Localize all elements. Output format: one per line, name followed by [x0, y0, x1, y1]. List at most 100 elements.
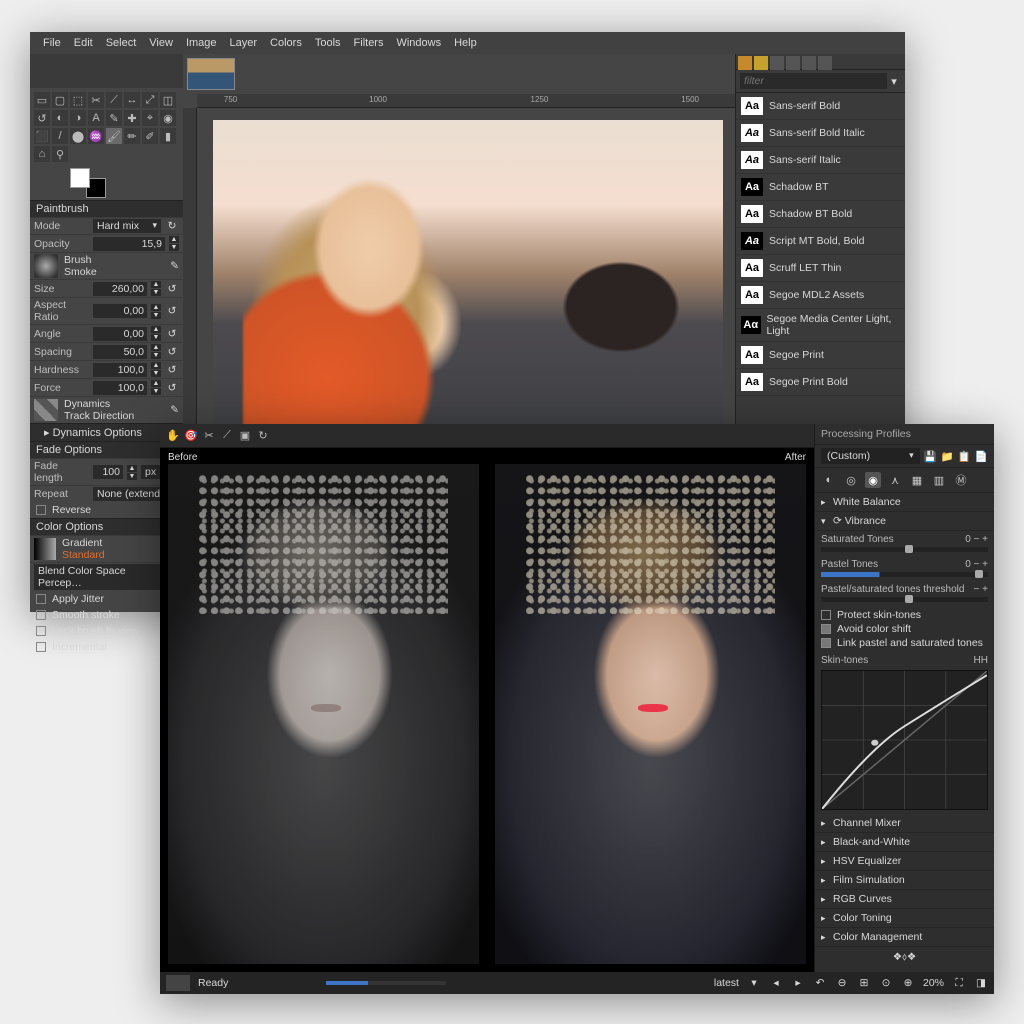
font-item[interactable]: AaSegoe MDL2 Assets — [736, 282, 905, 309]
foreground-swatch[interactable] — [70, 168, 90, 188]
reset-icon[interactable]: ↺ — [165, 364, 179, 376]
tab-icon[interactable] — [802, 56, 816, 70]
menu-windows[interactable]: Windows — [391, 37, 446, 49]
slider-track[interactable] — [821, 547, 988, 552]
blend-space-select[interactable]: Blend Color Space Percep… — [34, 564, 179, 590]
dropdown-icon[interactable]: ▾ — [747, 977, 761, 989]
tool-icon[interactable]: ▮ — [160, 128, 176, 144]
tool-icon[interactable]: ✎ — [106, 110, 122, 126]
image-tab[interactable] — [187, 58, 235, 90]
reset-icon[interactable]: ↺ — [165, 328, 179, 340]
font-item[interactable]: AαSegoe Media Center Light, Light — [736, 309, 905, 342]
font-item[interactable]: AaSans-serif Italic — [736, 147, 905, 174]
advanced-tab-icon[interactable]: ⋏ — [887, 472, 903, 488]
tool-icon[interactable]: ✐ — [142, 128, 158, 144]
reset-icon[interactable]: ↻ — [165, 220, 179, 232]
font-item[interactable]: AaScript MT Bold, Bold — [736, 228, 905, 255]
aspect-value[interactable]: 0,00 — [93, 304, 147, 318]
section-color-management[interactable]: Color Management — [815, 928, 994, 947]
zoom-100-icon[interactable]: ⊙ — [879, 977, 893, 989]
mode-select[interactable]: Hard mix — [93, 219, 161, 233]
gradient-preview[interactable] — [34, 538, 56, 560]
detail-tab-icon[interactable]: ◎ — [843, 472, 859, 488]
font-item[interactable]: AaSegoe Print Bold — [736, 369, 905, 396]
font-item[interactable]: AaSegoe Print — [736, 342, 905, 369]
font-item[interactable]: AaSans-serif Bold — [736, 93, 905, 120]
navigator-thumb[interactable] — [166, 975, 190, 991]
tool-icon[interactable]: ✂ — [88, 92, 104, 108]
profile-select[interactable]: (Custom) — [821, 448, 920, 464]
paste-icon[interactable]: 📄 — [975, 450, 988, 463]
reset-icon[interactable]: ↺ — [165, 283, 179, 295]
font-item[interactable]: AaScruff LET Thin — [736, 255, 905, 282]
tool-icon[interactable]: ▢ — [52, 92, 68, 108]
edit-brush-icon[interactable]: ✎ — [170, 260, 179, 272]
reset-icon[interactable]: ↺ — [165, 382, 179, 394]
smooth-checkbox[interactable] — [36, 610, 46, 620]
section-film-simulation[interactable]: Film Simulation — [815, 871, 994, 890]
straighten-icon[interactable]: ⟋ — [220, 429, 234, 443]
tool-icon[interactable]: ▭ — [34, 92, 50, 108]
save-icon[interactable]: 💾 — [924, 450, 937, 463]
slider-handle[interactable] — [905, 595, 913, 603]
menu-file[interactable]: File — [38, 37, 66, 49]
tool-icon[interactable]: ⌂ — [34, 146, 50, 162]
angle-value[interactable]: 0,00 — [93, 327, 147, 341]
tab-icon[interactable] — [738, 56, 752, 70]
menu-layer[interactable]: Layer — [225, 37, 263, 49]
meta-tab-icon[interactable]: Ⓜ — [953, 472, 969, 488]
slider-handle[interactable] — [975, 570, 983, 578]
tab-icon[interactable] — [786, 56, 800, 70]
tool-icon[interactable]: ✏ — [124, 128, 140, 144]
preview-before[interactable]: Before — [162, 450, 485, 970]
crop-icon[interactable]: ▣ — [238, 429, 252, 443]
spin-up-icon[interactable]: ▲ — [169, 236, 179, 243]
menu-select[interactable]: Select — [101, 37, 142, 49]
zoom-in-icon[interactable]: ⊕ — [901, 977, 915, 989]
preview-after[interactable]: After — [489, 450, 812, 970]
tool-icon[interactable]: A — [88, 110, 104, 126]
tab-icon[interactable] — [754, 56, 768, 70]
reverse-checkbox[interactable] — [36, 505, 46, 515]
font-item[interactable]: AaSchadow BT — [736, 174, 905, 201]
prev-icon[interactable]: ◂ — [769, 977, 783, 989]
hand-tool-icon[interactable]: ✋ — [166, 429, 180, 443]
tool-icon[interactable]: ↺ — [34, 110, 50, 126]
tool-icon[interactable]: ◫ — [160, 92, 176, 108]
tool-icon[interactable]: ↔ — [124, 92, 140, 108]
section-hsv-equalizer[interactable]: HSV Equalizer — [815, 852, 994, 871]
copy-icon[interactable]: 📋 — [958, 450, 971, 463]
spacing-value[interactable]: 50,0 — [93, 345, 147, 359]
tab-icon[interactable] — [818, 56, 832, 70]
transform-tab-icon[interactable]: ▦ — [909, 472, 925, 488]
color-swatches[interactable] — [70, 168, 106, 198]
menu-image[interactable]: Image — [181, 37, 222, 49]
tool-icon[interactable]: ⌖ — [142, 110, 158, 126]
menu-tools[interactable]: Tools — [310, 37, 346, 49]
font-item[interactable]: AaSans-serif Bold Italic — [736, 120, 905, 147]
brush-preview[interactable] — [34, 254, 58, 278]
dropdown-icon[interactable]: ▾ — [887, 75, 901, 88]
tool-icon[interactable]: ⟋ — [106, 92, 122, 108]
dynamics-preview[interactable] — [34, 399, 58, 421]
tool-icon[interactable]: ♒ — [88, 128, 104, 144]
fullscreen-icon[interactable]: ⛶ — [952, 977, 966, 990]
tool-icon[interactable]: ◑ — [70, 110, 86, 126]
fade-length-value[interactable]: 100 — [93, 465, 123, 479]
tool-icon[interactable]: / — [52, 128, 68, 144]
crop-tool-icon[interactable]: ✂ — [202, 429, 216, 443]
zoom-fit-icon[interactable]: ⊞ — [857, 977, 871, 989]
slider-track[interactable] — [821, 597, 988, 602]
menu-colors[interactable]: Colors — [265, 37, 307, 49]
reset-icon[interactable]: ↺ — [165, 346, 179, 358]
force-value[interactable]: 100,0 — [93, 381, 147, 395]
tool-icon[interactable]: ⬤ — [70, 128, 86, 144]
checkbox[interactable] — [821, 638, 831, 648]
reset-icon[interactable]: ↺ — [165, 305, 179, 317]
menu-filters[interactable]: Filters — [349, 37, 389, 49]
jitter-checkbox[interactable] — [36, 594, 46, 604]
raw-tab-icon[interactable]: ▥ — [931, 472, 947, 488]
exposure-tab-icon[interactable]: ◐ — [821, 472, 837, 488]
hardness-value[interactable]: 100,0 — [93, 363, 147, 377]
section-black-and-white[interactable]: Black-and-White — [815, 833, 994, 852]
